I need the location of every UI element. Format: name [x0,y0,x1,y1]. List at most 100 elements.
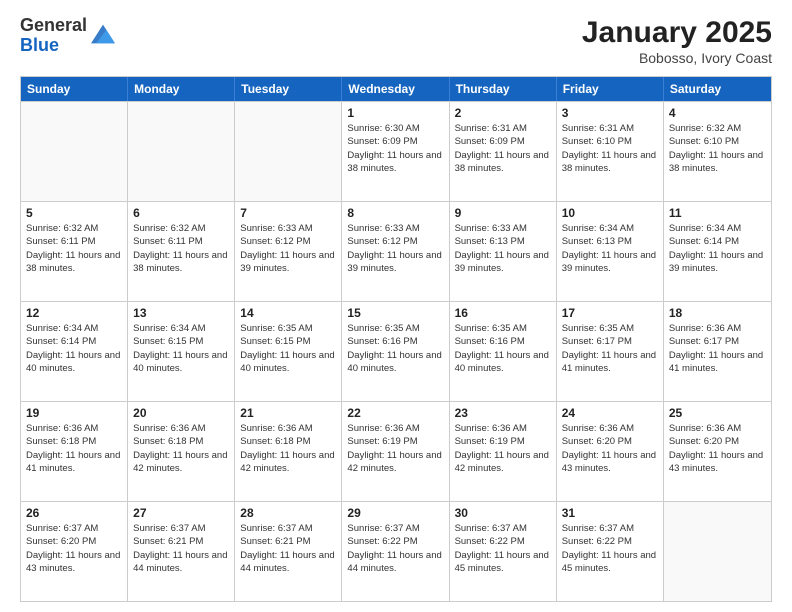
calendar-cell: 7Sunrise: 6:33 AM Sunset: 6:12 PM Daylig… [235,202,342,301]
calendar-cell: 28 Sunrise: 6:37 AM Sunset: 6:21 PM Dayli… [235,502,342,601]
day-number: 8 [347,206,443,220]
day-number: 9 [455,206,551,220]
day-number: 26 [26,506,122,520]
logo-general: General [20,16,87,36]
calendar-cell: 22 Sunrise: 6:36 AM Sunset: 6:19 PM Dayli… [342,402,449,501]
day-info: Sunrise: 6:33 AM Sunset: 6:13 PM Dayligh… [455,222,551,275]
weekday-header: Friday [557,77,664,101]
location: Bobosso, Ivory Coast [582,50,772,66]
calendar-cell: 19Sunrise: 6:36 AM Sunset: 6:18 PM Dayli… [21,402,128,501]
day-info: Sunrise: 6:36 AM Sunset: 6:18 PM Dayligh… [26,422,122,475]
day-info: Sunrise: 6:34 AM Sunset: 6:14 PM Dayligh… [669,222,766,275]
calendar-cell: 21 Sunrise: 6:36 AM Sunset: 6:18 PM Dayli… [235,402,342,501]
day-info: Sunrise: 6:35 AM Sunset: 6:17 PM Dayligh… [562,322,658,375]
day-info: Sunrise: 6:36 AM Sunset: 6:20 PM Dayligh… [669,422,766,475]
day-info: Sunrise: 6:32 AM Sunset: 6:11 PM Dayligh… [26,222,122,275]
logo-text: General Blue [20,16,87,56]
day-info: Sunrise: 6:36 AM Sunset: 6:18 PM Dayligh… [240,422,336,475]
day-number: 20 [133,406,229,420]
day-info: Sunrise: 6:36 AM Sunset: 6:17 PM Dayligh… [669,322,766,375]
day-info: Sunrise: 6:36 AM Sunset: 6:19 PM Dayligh… [455,422,551,475]
day-number: 27 [133,506,229,520]
day-info: Sunrise: 6:37 AM Sunset: 6:20 PM Dayligh… [26,522,122,575]
calendar-cell: 6 Sunrise: 6:32 AM Sunset: 6:11 PM Daylig… [128,202,235,301]
day-info: Sunrise: 6:31 AM Sunset: 6:09 PM Dayligh… [455,122,551,175]
calendar-cell: 14 Sunrise: 6:35 AM Sunset: 6:15 PM Dayli… [235,302,342,401]
day-info: Sunrise: 6:32 AM Sunset: 6:11 PM Dayligh… [133,222,229,275]
day-number: 13 [133,306,229,320]
day-number: 16 [455,306,551,320]
day-number: 25 [669,406,766,420]
day-info: Sunrise: 6:34 AM Sunset: 6:14 PM Dayligh… [26,322,122,375]
day-number: 11 [669,206,766,220]
calendar-header: SundayMondayTuesdayWednesdayThursdayFrid… [21,77,771,101]
day-number: 10 [562,206,658,220]
calendar-cell: 16 Sunrise: 6:35 AM Sunset: 6:16 PM Dayli… [450,302,557,401]
day-info: Sunrise: 6:34 AM Sunset: 6:15 PM Dayligh… [133,322,229,375]
day-info: Sunrise: 6:35 AM Sunset: 6:16 PM Dayligh… [455,322,551,375]
calendar-cell: 29Sunrise: 6:37 AM Sunset: 6:22 PM Dayli… [342,502,449,601]
calendar-cell: 17Sunrise: 6:35 AM Sunset: 6:17 PM Dayli… [557,302,664,401]
day-info: Sunrise: 6:37 AM Sunset: 6:21 PM Dayligh… [133,522,229,575]
calendar-cell: 13 Sunrise: 6:34 AM Sunset: 6:15 PM Dayli… [128,302,235,401]
day-number: 28 [240,506,336,520]
calendar-cell [128,102,235,201]
day-info: Sunrise: 6:36 AM Sunset: 6:19 PM Dayligh… [347,422,443,475]
calendar-cell: 4Sunrise: 6:32 AM Sunset: 6:10 PM Daylig… [664,102,771,201]
day-number: 22 [347,406,443,420]
day-number: 18 [669,306,766,320]
calendar-cell: 3 Sunrise: 6:31 AM Sunset: 6:10 PM Daylig… [557,102,664,201]
calendar-cell: 8 Sunrise: 6:33 AM Sunset: 6:12 PM Daylig… [342,202,449,301]
calendar-cell: 23 Sunrise: 6:36 AM Sunset: 6:19 PM Dayli… [450,402,557,501]
day-info: Sunrise: 6:34 AM Sunset: 6:13 PM Dayligh… [562,222,658,275]
calendar-body: 1Sunrise: 6:30 AM Sunset: 6:09 PM Daylig… [21,101,771,601]
weekday-header: Thursday [450,77,557,101]
calendar-cell: 1Sunrise: 6:30 AM Sunset: 6:09 PM Daylig… [342,102,449,201]
weekday-header: Sunday [21,77,128,101]
calendar-row: 12 Sunrise: 6:34 AM Sunset: 6:14 PM Dayli… [21,301,771,401]
header: General Blue January 2025 Bobosso, Ivory… [20,16,772,66]
day-info: Sunrise: 6:35 AM Sunset: 6:16 PM Dayligh… [347,322,443,375]
day-number: 15 [347,306,443,320]
day-number: 1 [347,106,443,120]
day-number: 23 [455,406,551,420]
page: General Blue January 2025 Bobosso, Ivory… [0,0,792,612]
day-info: Sunrise: 6:32 AM Sunset: 6:10 PM Dayligh… [669,122,766,175]
calendar-cell: 24Sunrise: 6:36 AM Sunset: 6:20 PM Dayli… [557,402,664,501]
day-number: 21 [240,406,336,420]
calendar-cell [21,102,128,201]
day-number: 30 [455,506,551,520]
calendar-cell [235,102,342,201]
calendar-cell: 5 Sunrise: 6:32 AM Sunset: 6:11 PM Daylig… [21,202,128,301]
day-info: Sunrise: 6:37 AM Sunset: 6:22 PM Dayligh… [562,522,658,575]
logo-blue: Blue [20,36,87,56]
calendar-row: 1Sunrise: 6:30 AM Sunset: 6:09 PM Daylig… [21,101,771,201]
calendar-cell [664,502,771,601]
day-number: 3 [562,106,658,120]
calendar-row: 5 Sunrise: 6:32 AM Sunset: 6:11 PM Daylig… [21,201,771,301]
day-number: 12 [26,306,122,320]
calendar-cell: 25 Sunrise: 6:36 AM Sunset: 6:20 PM Dayli… [664,402,771,501]
day-number: 31 [562,506,658,520]
calendar-row: 26 Sunrise: 6:37 AM Sunset: 6:20 PM Dayli… [21,501,771,601]
calendar-cell: 20 Sunrise: 6:36 AM Sunset: 6:18 PM Dayli… [128,402,235,501]
day-info: Sunrise: 6:36 AM Sunset: 6:18 PM Dayligh… [133,422,229,475]
weekday-header: Saturday [664,77,771,101]
calendar-cell: 26 Sunrise: 6:37 AM Sunset: 6:20 PM Dayli… [21,502,128,601]
day-info: Sunrise: 6:33 AM Sunset: 6:12 PM Dayligh… [347,222,443,275]
day-info: Sunrise: 6:37 AM Sunset: 6:22 PM Dayligh… [347,522,443,575]
weekday-header: Monday [128,77,235,101]
day-number: 5 [26,206,122,220]
day-number: 2 [455,106,551,120]
calendar-cell: 31 Sunrise: 6:37 AM Sunset: 6:22 PM Dayli… [557,502,664,601]
day-info: Sunrise: 6:37 AM Sunset: 6:21 PM Dayligh… [240,522,336,575]
day-info: Sunrise: 6:31 AM Sunset: 6:10 PM Dayligh… [562,122,658,175]
day-info: Sunrise: 6:35 AM Sunset: 6:15 PM Dayligh… [240,322,336,375]
day-number: 14 [240,306,336,320]
calendar-cell: 18 Sunrise: 6:36 AM Sunset: 6:17 PM Dayli… [664,302,771,401]
title-block: January 2025 Bobosso, Ivory Coast [582,16,772,66]
day-number: 6 [133,206,229,220]
month-title: January 2025 [582,16,772,50]
day-number: 24 [562,406,658,420]
day-number: 7 [240,206,336,220]
